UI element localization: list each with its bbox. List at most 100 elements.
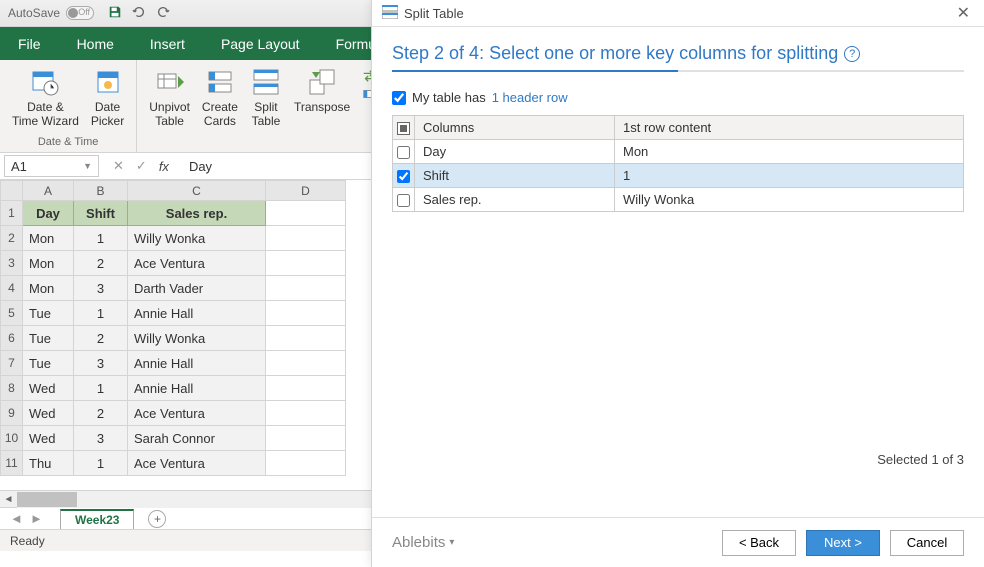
- cell[interactable]: 1: [74, 451, 128, 476]
- row-header[interactable]: 3: [1, 251, 23, 276]
- cell[interactable]: [266, 251, 346, 276]
- cancel-button[interactable]: Cancel: [890, 530, 964, 556]
- cell[interactable]: Wed: [23, 376, 74, 401]
- column-checkbox[interactable]: [397, 194, 410, 207]
- row-header[interactable]: 5: [1, 301, 23, 326]
- row-header[interactable]: 7: [1, 351, 23, 376]
- header-row-check-input[interactable]: [392, 91, 406, 105]
- cell[interactable]: Willy Wonka: [128, 326, 266, 351]
- cell[interactable]: Annie Hall: [128, 301, 266, 326]
- header-cell[interactable]: Day: [23, 201, 74, 226]
- tab-prev-icon[interactable]: ◄: [10, 511, 23, 526]
- toggle-switch[interactable]: Off: [66, 6, 94, 20]
- undo-icon[interactable]: [132, 5, 146, 22]
- col-header[interactable]: B: [74, 181, 128, 201]
- cell[interactable]: Wed: [23, 401, 74, 426]
- date-picker-button[interactable]: Date Picker: [85, 64, 130, 131]
- cell[interactable]: Tue: [23, 301, 74, 326]
- header-cell[interactable]: Shift: [74, 201, 128, 226]
- cell[interactable]: 1: [74, 226, 128, 251]
- cell[interactable]: [266, 451, 346, 476]
- transpose-button[interactable]: Transpose: [288, 64, 356, 116]
- brand-label[interactable]: Ablebits▾: [392, 534, 454, 551]
- cell[interactable]: [266, 401, 346, 426]
- chevron-down-icon[interactable]: ▼: [83, 161, 92, 171]
- scroll-left-icon[interactable]: ◄: [0, 491, 17, 508]
- cell[interactable]: 1: [74, 301, 128, 326]
- tab-page-layout[interactable]: Page Layout: [203, 27, 318, 60]
- cancel-formula-icon[interactable]: ✕: [113, 158, 124, 174]
- next-button[interactable]: Next >: [806, 530, 880, 556]
- scrollbar-thumb[interactable]: [17, 492, 77, 507]
- row-header[interactable]: 9: [1, 401, 23, 426]
- autosave-toggle[interactable]: AutoSave Off: [8, 6, 94, 20]
- cell[interactable]: [266, 301, 346, 326]
- unpivot-table-button[interactable]: Unpivot Table: [143, 64, 196, 131]
- help-icon[interactable]: ?: [844, 46, 860, 62]
- sheet-tab[interactable]: Week23: [60, 509, 134, 529]
- date-time-wizard-button[interactable]: Date & Time Wizard: [6, 64, 85, 131]
- col-header[interactable]: A: [23, 181, 74, 201]
- cell[interactable]: [266, 376, 346, 401]
- cell[interactable]: Ace Ventura: [128, 401, 266, 426]
- cell[interactable]: [266, 426, 346, 451]
- cell[interactable]: Tue: [23, 351, 74, 376]
- row-header[interactable]: 10: [1, 426, 23, 451]
- header-row-checkbox[interactable]: My table has 1 header row: [392, 90, 964, 105]
- column-checkbox[interactable]: [397, 170, 410, 183]
- create-cards-button[interactable]: Create Cards: [196, 64, 244, 131]
- col-header[interactable]: D: [266, 181, 346, 201]
- split-table-button[interactable]: Split Table: [244, 64, 288, 131]
- cell[interactable]: Ace Ventura: [128, 251, 266, 276]
- select-all-columns[interactable]: [393, 116, 415, 140]
- cell[interactable]: Tue: [23, 326, 74, 351]
- cell[interactable]: [266, 326, 346, 351]
- column-checkbox[interactable]: [397, 146, 410, 159]
- row-header[interactable]: 2: [1, 226, 23, 251]
- cell[interactable]: Mon: [23, 226, 74, 251]
- cell[interactable]: [266, 351, 346, 376]
- cell[interactable]: 1: [74, 376, 128, 401]
- row-header[interactable]: 6: [1, 326, 23, 351]
- column-row[interactable]: DayMon: [393, 140, 964, 164]
- cell[interactable]: Willy Wonka: [128, 226, 266, 251]
- cell[interactable]: 2: [74, 251, 128, 276]
- accept-formula-icon[interactable]: ✓: [136, 158, 147, 174]
- cell[interactable]: Wed: [23, 426, 74, 451]
- tab-next-icon[interactable]: ►: [30, 511, 43, 526]
- cell[interactable]: Mon: [23, 251, 74, 276]
- column-row[interactable]: Sales rep.Willy Wonka: [393, 188, 964, 212]
- fx-icon[interactable]: fx: [159, 159, 169, 174]
- row-header[interactable]: 4: [1, 276, 23, 301]
- cell[interactable]: Thu: [23, 451, 74, 476]
- name-box[interactable]: A1▼: [4, 155, 99, 177]
- cell[interactable]: Darth Vader: [128, 276, 266, 301]
- save-icon[interactable]: [108, 5, 122, 22]
- cell[interactable]: 3: [74, 351, 128, 376]
- row-header[interactable]: 11: [1, 451, 23, 476]
- tab-file[interactable]: File: [0, 27, 59, 60]
- cell[interactable]: [266, 201, 346, 226]
- row-header[interactable]: 1: [1, 201, 23, 226]
- cell[interactable]: 3: [74, 276, 128, 301]
- tab-insert[interactable]: Insert: [132, 27, 203, 60]
- header-cell[interactable]: Sales rep.: [128, 201, 266, 226]
- back-button[interactable]: < Back: [722, 530, 796, 556]
- cell[interactable]: Mon: [23, 276, 74, 301]
- cell[interactable]: Annie Hall: [128, 376, 266, 401]
- cell[interactable]: [266, 276, 346, 301]
- col-header[interactable]: C: [128, 181, 266, 201]
- select-all-corner[interactable]: [1, 181, 23, 201]
- add-sheet-button[interactable]: +: [148, 510, 166, 528]
- cell[interactable]: 3: [74, 426, 128, 451]
- redo-icon[interactable]: [156, 5, 170, 22]
- cell[interactable]: Annie Hall: [128, 351, 266, 376]
- cell[interactable]: Ace Ventura: [128, 451, 266, 476]
- cell[interactable]: 2: [74, 326, 128, 351]
- header-row-link[interactable]: 1 header row: [492, 90, 568, 105]
- cell[interactable]: Sarah Connor: [128, 426, 266, 451]
- column-row[interactable]: Shift1: [393, 164, 964, 188]
- cell[interactable]: 2: [74, 401, 128, 426]
- row-header[interactable]: 8: [1, 376, 23, 401]
- cell[interactable]: [266, 226, 346, 251]
